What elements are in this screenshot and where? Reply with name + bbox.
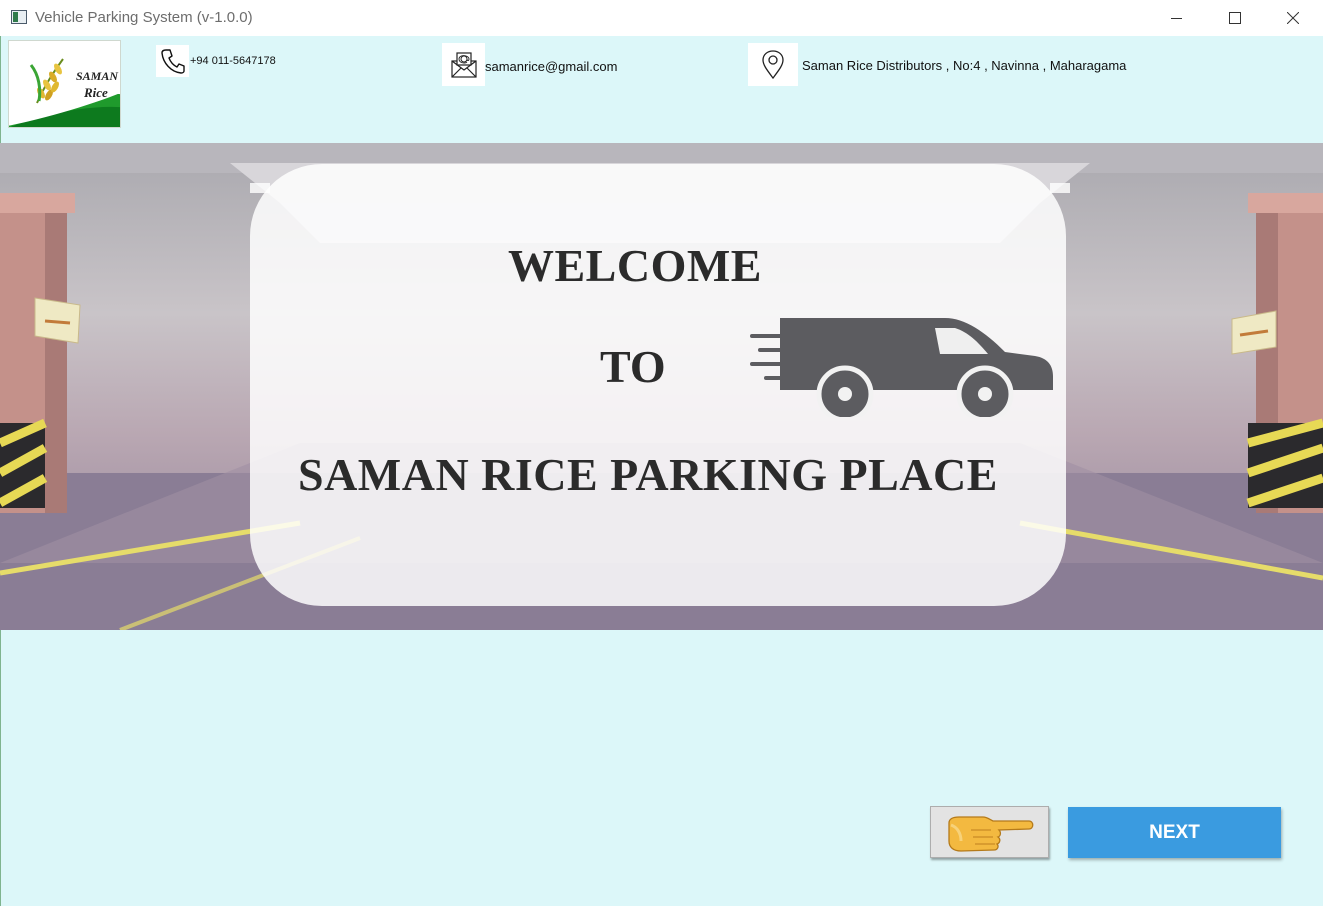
close-icon [1287,12,1299,24]
company-address: Saman Rice Distributors , No:4 , Navinna… [802,58,1127,73]
parking-place-title: SAMAN RICE PARKING PLACE [298,449,998,500]
email-address: samanrice@gmail.com [485,59,618,74]
welcome-heading: WELCOME [508,240,762,291]
pointer-button[interactable] [930,806,1049,858]
maximize-icon [1229,12,1241,24]
minimize-icon [1171,18,1182,19]
location-pin-icon [748,43,798,86]
pointing-hand-icon [947,816,1033,852]
phone-number: +94 011-5647178 [190,55,276,67]
welcome-banner: WELCOME TO SAMAN RICE PARKING PLACE [0,143,1323,630]
window-title: Vehicle Parking System (v-1.0.0) [35,9,253,26]
minimize-button[interactable] [1148,0,1206,36]
maximize-button[interactable] [1206,0,1264,36]
welcome-card: WELCOME TO SAMAN RICE PARKING PLACE [250,164,1066,606]
welcome-to-text: TO [600,341,666,392]
rice-grain-icon [29,58,64,104]
main-panel: SAMAN Rice +94 011-5647178 samanrice@gma… [0,36,1323,906]
next-button[interactable]: NEXT [1068,807,1281,858]
logo-brand-subtext: Rice [84,85,108,100]
app-icon [11,10,27,24]
close-button[interactable] [1264,0,1322,36]
logo-brand-text: SAMAN [76,69,119,83]
mail-icon [442,43,485,86]
company-logo: SAMAN Rice [8,40,121,128]
delivery-van-icon [750,318,1053,417]
phone-icon [156,45,189,77]
window-titlebar: Vehicle Parking System (v-1.0.0) [0,0,1323,36]
